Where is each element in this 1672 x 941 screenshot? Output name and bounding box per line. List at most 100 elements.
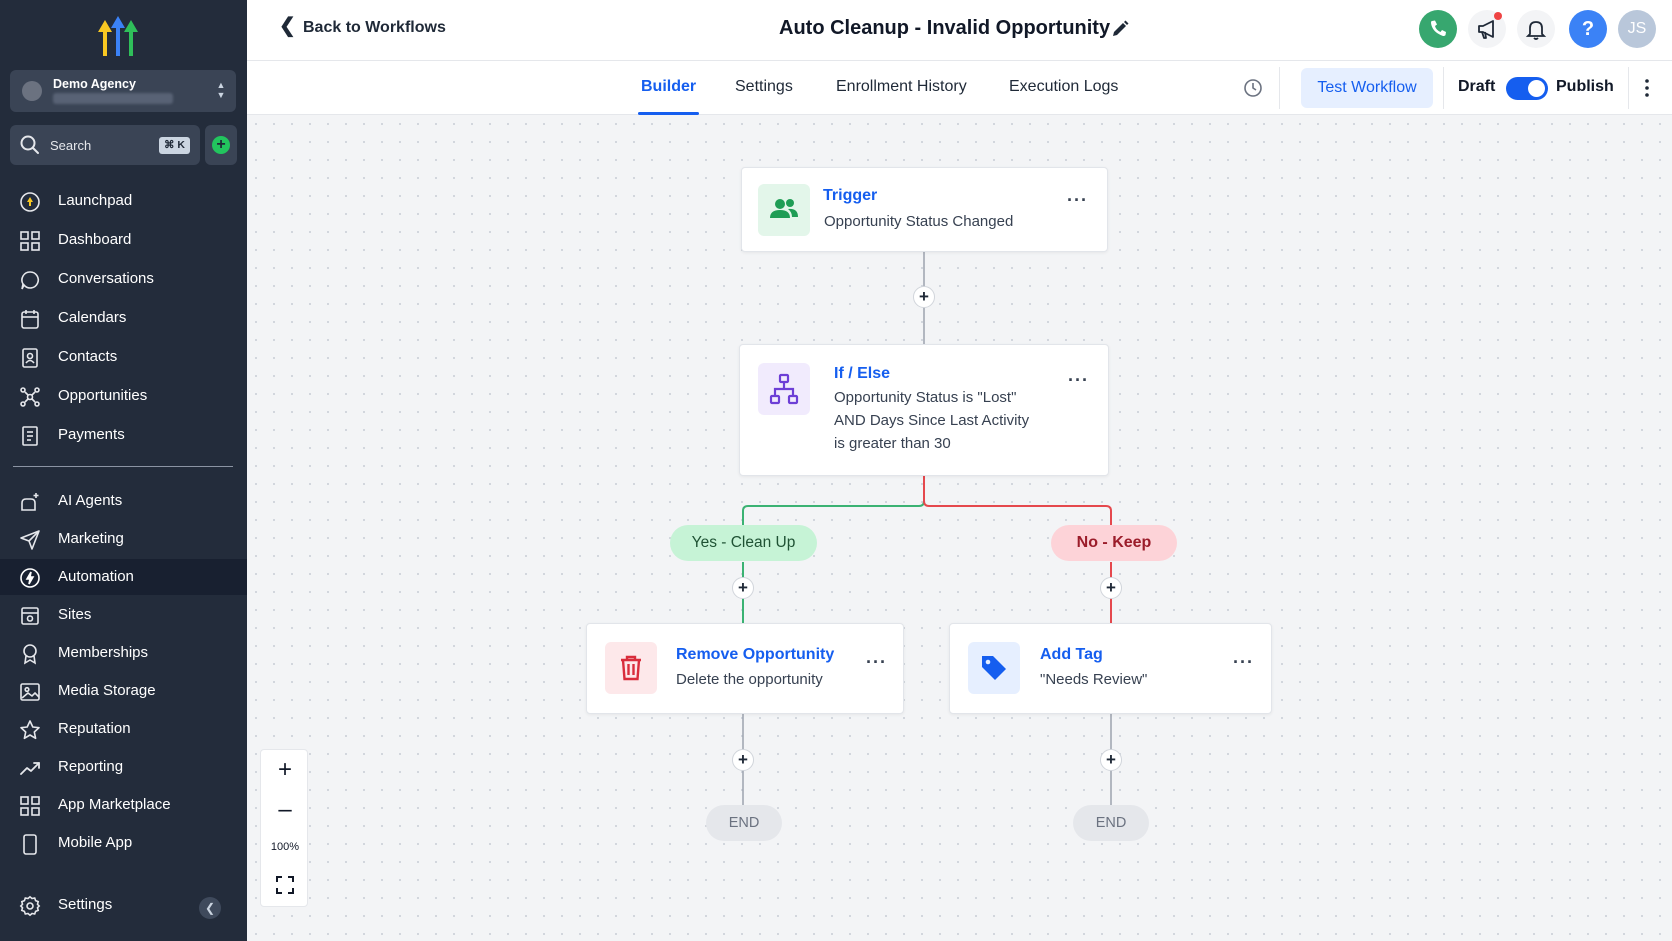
calendar-icon bbox=[21, 310, 39, 329]
sidebar-search[interactable]: Search ⌘ K bbox=[10, 125, 200, 165]
add-step-button[interactable]: + bbox=[913, 286, 935, 308]
remove-opportunity-node[interactable]: Remove Opportunity Delete the opportunit… bbox=[586, 623, 904, 714]
sidebar-item-conversations[interactable]: Conversations bbox=[0, 261, 247, 297]
tab-settings[interactable]: Settings bbox=[735, 78, 793, 96]
sidebar-item-reputation[interactable]: Reputation bbox=[0, 711, 247, 747]
publish-toggle[interactable] bbox=[1506, 77, 1548, 100]
chevron-updown-icon: ▲ ▼ bbox=[216, 80, 226, 100]
brand-logo[interactable] bbox=[94, 14, 142, 58]
grid-icon bbox=[20, 796, 40, 816]
sidebar-item-label: App Marketplace bbox=[58, 796, 171, 813]
draft-label: Draft bbox=[1458, 78, 1496, 95]
sidebar-item-payments[interactable]: Payments bbox=[0, 417, 247, 453]
chevron-left-icon: ❮ bbox=[279, 15, 296, 37]
zoom-out-button[interactable]: – bbox=[261, 796, 309, 824]
sidebar-item-label: Memberships bbox=[58, 644, 149, 661]
launchpad-icon bbox=[20, 192, 40, 212]
end-node: END bbox=[1073, 805, 1149, 841]
more-options-icon[interactable]: ··· bbox=[1067, 190, 1088, 211]
zoom-in-button[interactable]: + bbox=[261, 756, 309, 784]
account-subtitle-blurred bbox=[53, 93, 173, 104]
trigger-node[interactable]: Trigger Opportunity Status Changed ··· bbox=[741, 167, 1108, 252]
sidebar-item-label: Settings bbox=[58, 896, 113, 913]
if-else-node[interactable]: If / Else Opportunity Status is "Lost" A… bbox=[739, 344, 1109, 476]
sidebar-item-label: Mobile App bbox=[58, 834, 133, 851]
send-icon bbox=[20, 530, 40, 550]
workflow-canvas[interactable]: Trigger Opportunity Status Changed ··· +… bbox=[247, 115, 1672, 941]
announcements-button[interactable] bbox=[1468, 10, 1506, 48]
sidebar-item-label: Marketing bbox=[58, 530, 124, 547]
sidebar-item-media-storage[interactable]: Media Storage bbox=[0, 673, 247, 709]
zoom-controls: + – 100% bbox=[260, 749, 308, 907]
condition-line: AND Days Since Last Activity bbox=[834, 412, 1030, 429]
sidebar-item-label: Reputation bbox=[58, 720, 131, 737]
add-tag-node[interactable]: Add Tag "Needs Review" ··· bbox=[949, 623, 1272, 714]
sidebar-item-opportunities[interactable]: Opportunities bbox=[0, 378, 247, 414]
sidebar-item-sites[interactable]: Sites bbox=[0, 597, 247, 633]
sidebar-item-label: Sites bbox=[58, 606, 92, 623]
condition-line: Opportunity Status is "Lost" bbox=[834, 389, 1017, 406]
sidebar-item-dashboard[interactable]: Dashboard bbox=[0, 222, 247, 258]
sidebar: Demo Agency ▲ ▼ Search ⌘ K + Launchpad Da… bbox=[0, 0, 247, 941]
sidebar-item-launchpad[interactable]: Launchpad bbox=[0, 183, 247, 219]
branch-no-label[interactable]: No - Keep bbox=[1051, 525, 1177, 561]
user-avatar[interactable]: JS bbox=[1618, 10, 1656, 48]
more-options-icon[interactable]: ··· bbox=[1068, 370, 1089, 391]
image-icon bbox=[20, 683, 40, 701]
sidebar-item-mobile-app[interactable]: Mobile App bbox=[0, 825, 247, 861]
account-switcher[interactable]: Demo Agency ▲ ▼ bbox=[10, 70, 236, 112]
test-workflow-button[interactable]: Test Workflow bbox=[1301, 68, 1433, 108]
more-vertical-icon[interactable] bbox=[1642, 77, 1652, 99]
add-tag-description: "Needs Review" bbox=[1040, 671, 1148, 688]
ai-agents-icon bbox=[21, 493, 39, 511]
sidebar-item-calendars[interactable]: Calendars bbox=[0, 300, 247, 336]
collapse-sidebar-button[interactable]: ❮ bbox=[199, 897, 221, 919]
sidebar-item-label: Contacts bbox=[58, 348, 118, 365]
users-icon bbox=[758, 184, 810, 236]
quick-add-button[interactable]: + bbox=[205, 125, 237, 165]
add-step-button[interactable]: + bbox=[732, 577, 754, 599]
sidebar-item-reporting[interactable]: Reporting bbox=[0, 749, 247, 785]
star-icon bbox=[20, 720, 40, 740]
if-else-title: If / Else bbox=[834, 365, 891, 382]
trend-icon bbox=[20, 762, 40, 775]
notifications-button[interactable] bbox=[1517, 10, 1555, 48]
tab-execution-logs[interactable]: Execution Logs bbox=[1009, 78, 1118, 96]
search-shortcut: ⌘ K bbox=[159, 137, 190, 154]
help-button[interactable]: ? bbox=[1569, 10, 1607, 48]
sidebar-item-ai-agents[interactable]: AI Agents bbox=[0, 483, 247, 519]
sidebar-item-label: Conversations bbox=[58, 270, 154, 287]
sidebar-item-marketing[interactable]: Marketing bbox=[0, 521, 247, 557]
sidebar-item-automation[interactable]: Automation bbox=[0, 559, 247, 595]
sidebar-item-label: Automation bbox=[58, 568, 134, 585]
branch-yes-label[interactable]: Yes - Clean Up bbox=[670, 525, 817, 561]
sidebar-item-contacts[interactable]: Contacts bbox=[0, 339, 247, 375]
sidebar-item-label: Dashboard bbox=[58, 231, 132, 248]
chat-icon bbox=[21, 271, 39, 290]
trigger-title: Trigger bbox=[823, 187, 878, 204]
gear-icon bbox=[19, 895, 41, 917]
search-icon bbox=[20, 135, 39, 154]
sidebar-item-label: Calendars bbox=[58, 309, 127, 326]
add-step-button[interactable]: + bbox=[1100, 749, 1122, 771]
more-options-icon[interactable]: ··· bbox=[866, 652, 887, 673]
separator bbox=[1628, 67, 1629, 109]
bell-icon bbox=[1525, 21, 1547, 40]
plus-icon: + bbox=[212, 136, 230, 154]
sidebar-item-memberships[interactable]: Memberships bbox=[0, 635, 247, 671]
search-label: Search bbox=[50, 138, 92, 153]
edit-pencil-icon[interactable] bbox=[1110, 19, 1130, 39]
tab-enrollment-history[interactable]: Enrollment History bbox=[836, 78, 967, 96]
more-options-icon[interactable]: ··· bbox=[1233, 652, 1254, 673]
add-step-button[interactable]: + bbox=[1100, 577, 1122, 599]
back-to-workflows-link[interactable]: ❮ Back to Workflows bbox=[279, 15, 446, 37]
sidebar-item-app-marketplace[interactable]: App Marketplace bbox=[0, 787, 247, 823]
sidebar-item-label: Media Storage bbox=[58, 682, 156, 699]
tab-builder[interactable]: Builder bbox=[641, 78, 696, 96]
phone-button[interactable] bbox=[1419, 10, 1457, 48]
add-step-button[interactable]: + bbox=[732, 749, 754, 771]
fit-view-button[interactable] bbox=[261, 874, 309, 896]
sidebar-divider bbox=[13, 466, 233, 467]
separator bbox=[1279, 67, 1280, 109]
history-clock-icon[interactable] bbox=[1242, 77, 1264, 99]
